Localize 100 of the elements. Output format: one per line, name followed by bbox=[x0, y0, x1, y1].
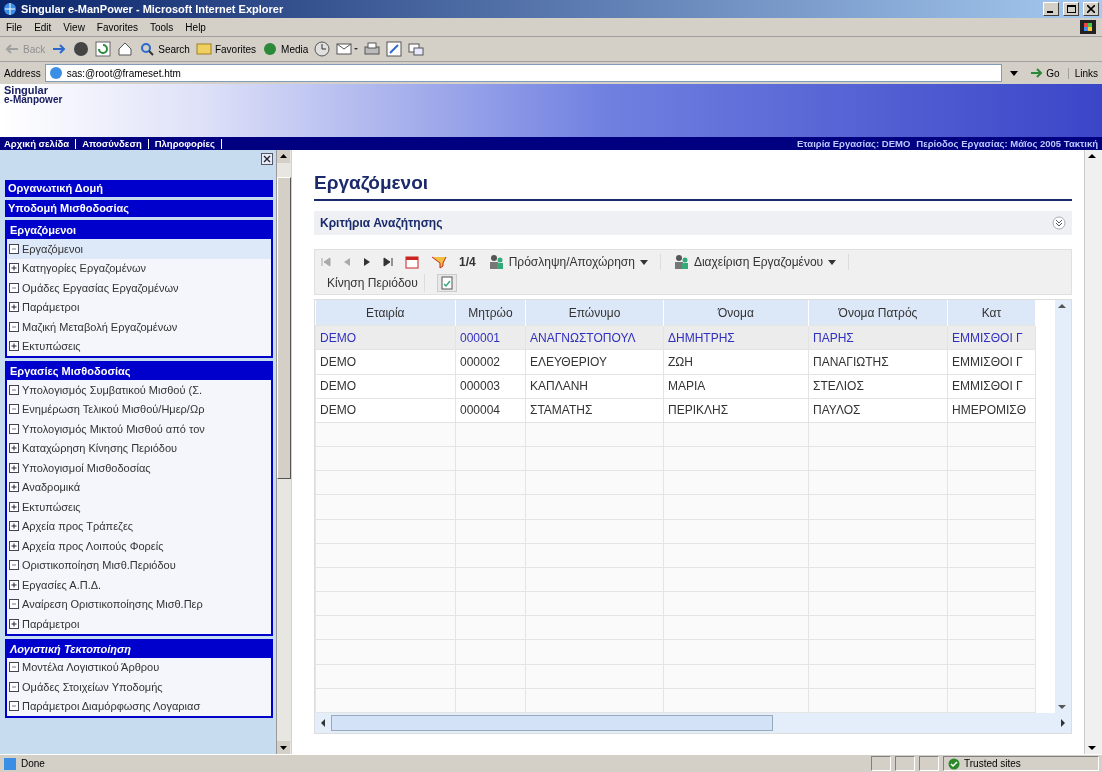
sidebar-item[interactable]: Αναδρομικά bbox=[7, 477, 271, 497]
sidebar-item[interactable]: Αναίρεση Οριστικοποίησης Μισθ.Περ bbox=[7, 594, 271, 614]
column-header[interactable]: Όνομα bbox=[663, 300, 809, 326]
sidebar-item[interactable]: Εκτυπώσεις bbox=[7, 497, 271, 517]
sidebar-item[interactable]: Μαζική Μεταβολή Εργαζομένων bbox=[7, 317, 271, 337]
history-icon[interactable] bbox=[314, 41, 331, 57]
menu-item[interactable]: View bbox=[63, 21, 85, 33]
toolbar-button[interactable]: Κίνηση Περιόδου bbox=[321, 274, 425, 292]
security-zone: Trusted sites bbox=[964, 758, 1021, 769]
table-cell: DEMO bbox=[315, 374, 456, 399]
nav-link[interactable]: Αρχική σελίδα bbox=[4, 138, 77, 149]
plus-box-icon bbox=[9, 462, 19, 473]
media-icon bbox=[262, 41, 279, 57]
table-row[interactable]: DEMO 000001 ΑΝΑΓΝΩΣΤΟΠΟΥΛ ΔΗΜΗΤΡΗΣ ΠΑΡΗΣ ΕΜΜΙΣΘΟΙ Γ bbox=[315, 325, 1036, 350]
scrollbar[interactable] bbox=[276, 150, 291, 754]
refresh-icon[interactable] bbox=[95, 41, 112, 57]
menu-item[interactable]: Help bbox=[185, 21, 206, 33]
toolbar-button[interactable]: Media bbox=[262, 41, 309, 57]
criteria-bar[interactable]: Κριτήρια Αναζήτησης bbox=[314, 211, 1072, 235]
minus-box-icon bbox=[9, 282, 19, 293]
maximize-icon bbox=[1066, 5, 1076, 13]
table-cell: ΠΑΡΗΣ bbox=[808, 325, 948, 350]
status-panel bbox=[919, 756, 939, 771]
menu-item[interactable]: Tools bbox=[150, 21, 174, 33]
scrollbar[interactable] bbox=[1055, 300, 1071, 713]
calendar-icon[interactable] bbox=[405, 255, 419, 269]
sidebar-item[interactable]: Υπολογισμοί Μισθοδοσίας bbox=[7, 458, 271, 478]
dropdown-button[interactable]: Πρόσληψη/Αποχώρηση bbox=[487, 254, 661, 270]
toolbar-button[interactable]: Search bbox=[139, 41, 190, 57]
sidebar-item[interactable]: Οριστικοποίηση Μισθ.Περιόδου bbox=[7, 555, 271, 575]
maximize-button[interactable] bbox=[1063, 2, 1079, 16]
expand-icon[interactable] bbox=[1052, 216, 1066, 230]
filter-icon[interactable] bbox=[431, 255, 447, 269]
section-header[interactable]: Λογιστική Τεκτοποίηση bbox=[7, 640, 271, 658]
sidebar-item[interactable]: Ενημέρωση Τελικού Μισθού/Ημερ/Ωρ bbox=[7, 399, 271, 419]
context-info: Εταιρία Εργασίας: DEMO bbox=[796, 138, 911, 149]
sidebar-item[interactable]: Υπολογισμός Συμβατικού Μισθού (Σ. bbox=[7, 380, 271, 400]
page-counter: 1/4 bbox=[459, 255, 476, 269]
scrollbar[interactable] bbox=[1084, 150, 1102, 754]
print-icon[interactable] bbox=[364, 41, 381, 57]
next-page-icon[interactable] bbox=[363, 257, 371, 267]
nav-link[interactable]: Πληροφορίες bbox=[148, 138, 222, 149]
nav-link[interactable]: Αποσύνδεση bbox=[76, 138, 149, 149]
column-header[interactable]: Κατ bbox=[947, 300, 1036, 326]
page-title: Εργαζόμενοι bbox=[314, 172, 1072, 201]
sidebar-item[interactable]: Εργαζόμενοι bbox=[7, 239, 271, 259]
home-icon[interactable] bbox=[117, 41, 134, 57]
sidebar-item[interactable]: Καταχώρηση Κίνησης Περιόδου bbox=[7, 438, 271, 458]
criteria-title: Κριτήρια Αναζήτησης bbox=[320, 216, 443, 230]
table-cell: DEMO bbox=[315, 349, 456, 375]
scrollbar[interactable] bbox=[315, 713, 1071, 733]
status-text: Done bbox=[21, 758, 45, 769]
close-button[interactable] bbox=[1083, 2, 1099, 16]
sidebar-item[interactable]: Ομάδες Στοιχείων Υποδομής bbox=[7, 677, 271, 697]
table-row[interactable]: DEMO 000004 ΣΤΑΜΑΤΗΣ ΠΕΡΙΚΛΗΣ ΠΑΥΛΟΣ ΗΜΕΡΟΜΙΣΘ bbox=[315, 398, 1036, 423]
plus-box-icon bbox=[9, 482, 19, 493]
mail-icon[interactable] bbox=[336, 41, 359, 57]
table-cell: ΠΕΡΙΚΛΗΣ bbox=[663, 398, 809, 423]
toolbar-button[interactable]: Favorites bbox=[195, 41, 257, 57]
sidebar-item[interactable]: Υπολογισμός Μικτού Μισθού από τον bbox=[7, 419, 271, 439]
table-cell: ΠΑΝΑΓΙΩΤΗΣ bbox=[808, 349, 948, 375]
sidebar-item[interactable]: Παράμετροι bbox=[7, 614, 271, 634]
sidebar-item[interactable]: Παράμετροι bbox=[7, 297, 271, 317]
dropdown-button[interactable]: Διαχείριση Εργαζομένου bbox=[672, 254, 850, 270]
section-header[interactable]: Οργανωτική Δομή bbox=[5, 180, 273, 197]
edit-icon[interactable] bbox=[386, 41, 403, 57]
menu-item[interactable]: Edit bbox=[34, 21, 52, 33]
table-row[interactable]: DEMO 000002 ΕΛΕΥΘΕΡΙΟΥ ΖΩΗ ΠΑΝΑΓΙΩΤΗΣ ΕΜΜΙΣΘΟΙ Γ bbox=[315, 349, 1036, 375]
sidebar-item[interactable]: Αρχεία προς Τράπεζες bbox=[7, 516, 271, 536]
column-header[interactable]: Εταιρία bbox=[315, 300, 456, 326]
minimize-button[interactable] bbox=[1043, 2, 1059, 16]
address-field[interactable]: sas:@root@frameset.htm bbox=[44, 64, 1003, 82]
close-panel-icon[interactable] bbox=[261, 153, 273, 165]
table-row[interactable]: DEMO 000003 ΚΑΠΛΑΝΗ ΜΑΡΙΑ ΣΤΕΛΙΟΣ ΕΜΜΙΣΘΟΙ Γ bbox=[315, 374, 1036, 399]
section-header[interactable]: Εργαζόμενοι bbox=[7, 222, 271, 239]
column-header[interactable]: Όνομα Πατρός bbox=[808, 300, 948, 326]
column-header[interactable]: Μητρώο bbox=[455, 300, 526, 326]
go-button[interactable]: Go bbox=[1026, 67, 1064, 79]
stop-icon[interactable] bbox=[73, 41, 90, 57]
section-header[interactable]: Εργασίες Μισθοδοσίας bbox=[7, 363, 271, 380]
sidebar-item[interactable]: Εργασίες Α.Π.Δ. bbox=[7, 575, 271, 595]
table-cell: DEMO bbox=[315, 325, 456, 350]
sidebar-item[interactable]: Μοντέλα Λογιστικού Άρθρου bbox=[7, 657, 271, 677]
sidebar-item[interactable]: Παράμετροι Διαμόρφωσης Λογαριασ bbox=[7, 696, 271, 716]
table-cell: 000001 bbox=[455, 325, 526, 350]
table-cell: ΕΛΕΥΘΕΡΙΟΥ bbox=[525, 349, 664, 375]
plus-box-icon bbox=[9, 618, 19, 629]
sidebar-item[interactable]: Εκτυπώσεις bbox=[7, 336, 271, 356]
window-title: Singular e-ManPower - Microsoft Internet Explorer bbox=[21, 3, 285, 15]
links-button[interactable]: Links bbox=[1067, 67, 1098, 79]
minus-box-icon bbox=[9, 404, 19, 415]
section-header[interactable]: Υποδομή Μισθοδοσίας bbox=[5, 200, 273, 217]
menu-item[interactable]: Favorites bbox=[96, 21, 138, 33]
column-header[interactable]: Επώνυμο bbox=[525, 300, 664, 326]
menu-item[interactable]: File bbox=[6, 21, 23, 33]
sidebar-item[interactable]: Αρχεία προς Λοιπούς Φορείς bbox=[7, 536, 271, 556]
last-page-icon[interactable] bbox=[383, 257, 393, 267]
sidebar-item[interactable]: Κατηγορίες Εργαζομένων bbox=[7, 258, 271, 278]
sidebar-item[interactable]: Ομάδες Εργασίας Εργαζομένων bbox=[7, 278, 271, 298]
plus-box-icon bbox=[9, 540, 19, 551]
